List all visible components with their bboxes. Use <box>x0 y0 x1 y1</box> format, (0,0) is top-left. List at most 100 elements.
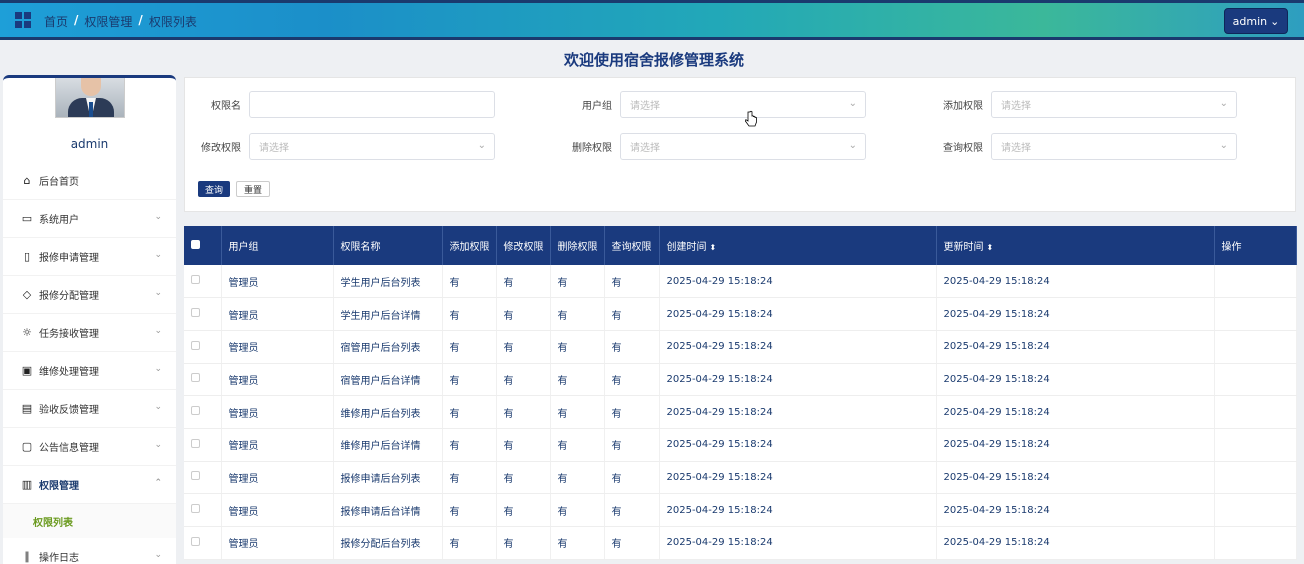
chevron-down-icon: ⌄ <box>1219 140 1228 151</box>
add-permission-select[interactable]: 请选择 ⌄ <box>991 91 1237 118</box>
filter-label: 添加权限 <box>943 101 983 112</box>
row-checkbox[interactable] <box>191 536 200 546</box>
table-cell: 有 <box>550 526 605 560</box>
row-checkbox[interactable] <box>191 373 200 383</box>
select-placeholder: 请选择 <box>630 143 660 154</box>
table-row[interactable]: 管理员 学生用户后台详情有有有有 2025-04-29 15:18:24 2025-0… <box>184 297 1297 331</box>
reset-button[interactable]: 重置 <box>236 181 271 197</box>
table-cell: 2025-04-29 15:18:24 <box>659 428 937 462</box>
row-checkbox[interactable] <box>191 406 200 416</box>
table-cell: 2025-04-29 15:18:24 <box>659 526 937 560</box>
filter-label: 权限名 <box>211 101 241 112</box>
table-body: 管理员 学生用户后台列表有有有有 2025-04-29 15:18:24 2025-0… <box>184 265 1297 560</box>
table-cell: 管理员 <box>221 461 334 495</box>
select-all-checkbox[interactable] <box>191 239 200 249</box>
top-header: 首页 / 权限管理 / 权限列表 admin ⌄ <box>0 0 1304 40</box>
sidebar-subitem-label: 权限列表 <box>33 517 73 529</box>
column-header: 操作 <box>1214 226 1297 265</box>
sidebar-item-acceptance[interactable]: ▤ 验收反馈管理 ⌄ <box>3 390 176 428</box>
breadcrumb-home[interactable]: 首页 <box>44 13 68 30</box>
table-row[interactable]: 管理员 报修申请后台列表有有有有 2025-04-29 15:18:24 2025-0… <box>184 461 1297 495</box>
chevron-down-icon: ⌄ <box>1270 14 1280 28</box>
sidebar-item-repair-assign[interactable]: ◇ 报修分配管理 ⌄ <box>3 276 176 314</box>
table-cell: 有 <box>604 493 660 527</box>
column-header-label: 更新时间 <box>943 242 984 253</box>
table-row[interactable]: 管理员 宿管用户后台详情有有有有 2025-04-29 15:18:24 2025-0… <box>184 363 1297 397</box>
breadcrumb-permission-mgmt[interactable]: 权限管理 <box>84 13 132 30</box>
chevron-down-icon: ⌄ <box>154 440 162 450</box>
table-cell: 报修申请后台详情 <box>333 493 443 527</box>
column-header: 查询权限 <box>604 226 660 265</box>
delete-permission-select[interactable]: 请选择 ⌄ <box>620 133 866 160</box>
sidebar-subitem-permission-list[interactable]: 权限列表 <box>3 504 176 538</box>
row-checkbox[interactable] <box>191 471 200 481</box>
chevron-down-icon: ⌄ <box>1219 98 1228 109</box>
column-header-updated[interactable]: 更新时间 ⬍ <box>936 226 1215 265</box>
menu-grid-icon[interactable] <box>15 12 31 28</box>
sidebar-item-repair-request[interactable]: ▯ 报修申请管理 ⌄ <box>3 238 176 276</box>
row-checkbox[interactable] <box>191 504 200 514</box>
table-cell: 2025-04-29 15:18:24 <box>936 330 1215 364</box>
sidebar-item-system-users[interactable]: ▭ 系统用户 ⌄ <box>3 200 176 238</box>
table-cell: 有 <box>442 428 497 462</box>
table-row[interactable]: 管理员 宿管用户后台列表有有有有 2025-04-29 15:18:24 2025-0… <box>184 330 1297 364</box>
sidebar-item-permission[interactable]: ▥ 权限管理 ⌃ <box>3 466 176 504</box>
row-checkbox[interactable] <box>191 275 200 285</box>
sidebar-item-repair-process[interactable]: ▣ 维修处理管理 ⌄ <box>3 352 176 390</box>
table-cell: 有 <box>442 363 497 397</box>
sidebar-item-task-receive[interactable]: ☼ 任务接收管理 ⌄ <box>3 314 176 352</box>
user-group-select[interactable]: 请选择 ⌄ <box>620 91 866 118</box>
table-row[interactable]: 管理员 维修用户后台列表有有有有 2025-04-29 15:18:24 2025-0… <box>184 395 1297 429</box>
table-cell: 2025-04-29 15:18:24 <box>936 461 1215 495</box>
table-row[interactable]: 管理员 报修申请后台详情有有有有 2025-04-29 15:18:24 2025-0… <box>184 493 1297 527</box>
table-cell: 有 <box>550 297 605 331</box>
select-placeholder: 请选择 <box>259 143 289 154</box>
actions-cell <box>1214 461 1297 495</box>
sidebar-item-label: 权限管理 <box>39 481 79 492</box>
table-row[interactable]: 管理员 报修分配后台列表有有有有 2025-04-29 15:18:24 2025-0… <box>184 526 1297 560</box>
table-cell: 管理员 <box>221 265 334 299</box>
chevron-up-icon: ⌃ <box>154 478 162 488</box>
table-cell: 管理员 <box>221 428 334 462</box>
sort-icon[interactable]: ⬍ <box>710 243 717 252</box>
sort-icon[interactable]: ⬍ <box>987 243 994 252</box>
sidebar-item-notice[interactable]: ▢ 公告信息管理 ⌄ <box>3 428 176 466</box>
table-row[interactable]: 管理员 维修用户后台详情有有有有 2025-04-29 15:18:24 2025-0… <box>184 428 1297 462</box>
table-cell: 有 <box>604 526 660 560</box>
admin-menu-button[interactable]: admin ⌄ <box>1224 8 1288 34</box>
breadcrumb-permission-list: 权限列表 <box>148 15 197 29</box>
row-checkbox[interactable] <box>191 340 200 350</box>
table-cell: 有 <box>442 461 497 495</box>
select-all-cell <box>184 226 222 265</box>
sun-icon: ☼ <box>22 326 32 339</box>
table-cell: 2025-04-29 15:18:24 <box>659 461 937 495</box>
table-row[interactable]: 管理员 学生用户后台列表有有有有 2025-04-29 15:18:24 2025-0… <box>184 265 1297 299</box>
sidebar-item-operation-log[interactable]: ∥ 操作日志 ⌄ <box>3 538 176 564</box>
column-header: 权限名称 <box>333 226 443 265</box>
table-cell: 有 <box>496 297 551 331</box>
permission-name-input[interactable] <box>249 91 495 118</box>
chevron-down-icon: ⌄ <box>154 402 162 412</box>
sidebar-item-home[interactable]: ⌂ 后台首页 <box>3 162 176 200</box>
column-header-created[interactable]: 创建时间 ⬍ <box>659 226 937 265</box>
actions-cell <box>1214 330 1297 364</box>
table-cell: 管理员 <box>221 330 334 364</box>
actions-cell <box>1214 395 1297 429</box>
table-cell: 宿管用户后台详情 <box>333 363 443 397</box>
query-button[interactable]: 查询 <box>198 181 231 197</box>
table-cell: 2025-04-29 15:18:24 <box>936 265 1215 299</box>
sidebar: admin ⌂ 后台首页 ▭ 系统用户 ⌄ ▯ 报修申请管理 ⌄ ◇ 报修分配管… <box>3 75 176 564</box>
table-cell: 2025-04-29 15:18:24 <box>659 297 937 331</box>
row-checkbox[interactable] <box>191 438 200 448</box>
table-cell: 有 <box>442 526 497 560</box>
filter-panel: 权限名 用户组 请选择 ⌄ 添加权限 请选择 ⌄ 修改权限 请选择 ⌄ 删除权限… <box>184 77 1296 212</box>
table-cell: 2025-04-29 15:18:24 <box>659 265 937 299</box>
row-checkbox[interactable] <box>191 308 200 318</box>
table-cell: 2025-04-29 15:18:24 <box>659 330 937 364</box>
table-cell: 有 <box>604 297 660 331</box>
table-cell: 有 <box>604 428 660 462</box>
table-cell: 有 <box>550 493 605 527</box>
query-permission-select[interactable]: 请选择 ⌄ <box>991 133 1237 160</box>
edit-permission-select[interactable]: 请选择 ⌄ <box>249 133 495 160</box>
filter-label: 删除权限 <box>572 143 612 154</box>
